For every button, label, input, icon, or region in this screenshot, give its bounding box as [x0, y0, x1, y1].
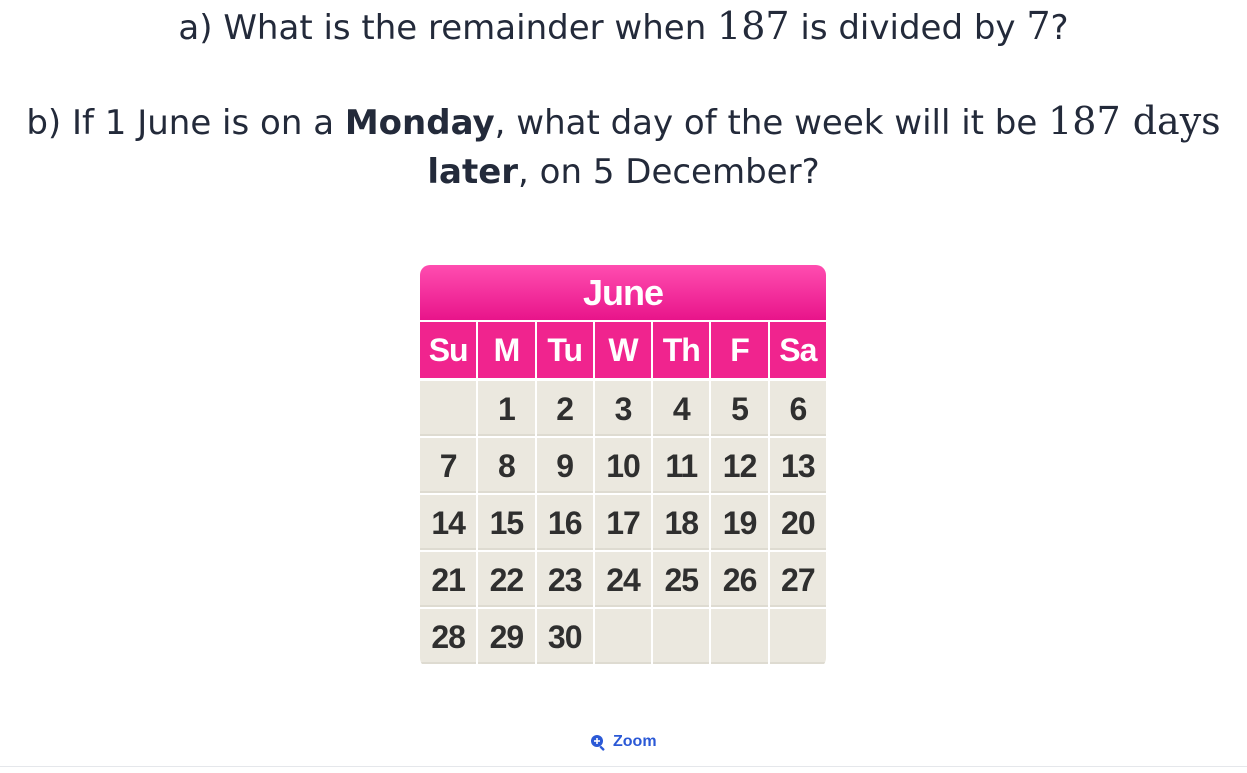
question-b-text: b) If 1 June is on a	[26, 103, 345, 143]
calendar-day-18: 18	[653, 495, 710, 550]
zoom-label: Zoom	[613, 733, 657, 750]
weekday-monday: M	[478, 322, 535, 378]
question-b-number: 187	[1048, 99, 1121, 143]
calendar-day-1: 1	[478, 381, 535, 436]
zoom-button[interactable]: Zoom	[590, 733, 657, 751]
calendar-day-21: 21	[420, 552, 477, 607]
calendar-day-27: 27	[769, 552, 826, 607]
june-calendar: June Su M Tu W Th F Sa 1 2 3 4 5 6 7 8 9 10 11 12 13…	[420, 265, 826, 668]
weekday-friday: F	[711, 322, 768, 378]
calendar-day-15: 15	[478, 495, 535, 550]
question-b-suffix: , on 5 December?	[518, 152, 820, 192]
weekday-sunday: Su	[420, 322, 477, 378]
question-a: a) What is the remainder when 187 is div…	[0, 2, 1247, 52]
calendar-month-title: June	[420, 265, 826, 320]
weekday-wednesday: W	[594, 322, 652, 378]
question-a-number: 187	[717, 4, 790, 48]
calendar-day-5: 5	[711, 381, 768, 436]
weekday-saturday: Sa	[769, 322, 826, 378]
weekday-tuesday: Tu	[536, 322, 593, 378]
calendar-day-24: 24	[594, 552, 652, 607]
question-b-day: Monday	[344, 103, 495, 143]
question-a-suffix: ?	[1050, 8, 1069, 48]
calendar-day-4: 4	[653, 381, 710, 436]
calendar-empty-cell	[769, 609, 826, 664]
question-b-later: later	[427, 152, 519, 192]
zoom-in-icon	[590, 734, 607, 751]
calendar-day-7: 7	[420, 438, 477, 493]
question-a-text: a) What is the remainder when	[178, 8, 718, 48]
weekday-thursday: Th	[653, 322, 710, 378]
calendar-day-13: 13	[769, 438, 826, 493]
calendar-day-11: 11	[653, 438, 710, 493]
calendar-day-19: 19	[711, 495, 768, 550]
calendar-day-29: 29	[478, 609, 535, 664]
calendar-day-22: 22	[478, 552, 535, 607]
calendar-empty-cell	[653, 609, 710, 664]
calendar-day-23: 23	[536, 552, 593, 607]
question-b-unit: days	[1132, 99, 1221, 143]
calendar-day-25: 25	[653, 552, 710, 607]
calendar-empty-cell	[594, 609, 652, 664]
calendar-day-16: 16	[536, 495, 593, 550]
calendar-empty-cell	[711, 609, 768, 664]
calendar-days-grid: 1 2 3 4 5 6 7 8 9 10 11 12 13 14 15 16 17 18 19 20 21 22 23 24 2…	[420, 381, 826, 664]
question-b: b) If 1 June is on a Monday, what day of…	[0, 97, 1247, 197]
question-b-text-middle: , what day of the week will it be	[494, 103, 1049, 143]
question-a-text-middle: is divided by	[789, 8, 1027, 48]
calendar-day-30: 30	[536, 609, 593, 664]
calendar-day-6: 6	[769, 381, 826, 436]
calendar-day-17: 17	[594, 495, 652, 550]
question-a-divisor: 7	[1026, 4, 1051, 48]
calendar-empty-cell	[420, 381, 477, 436]
calendar-day-12: 12	[711, 438, 768, 493]
calendar-day-9: 9	[536, 438, 593, 493]
bottom-divider	[0, 766, 1247, 767]
calendar-day-26: 26	[711, 552, 768, 607]
calendar-day-8: 8	[478, 438, 535, 493]
calendar-day-2: 2	[536, 381, 593, 436]
weekday-header-row: Su M Tu W Th F Sa	[420, 322, 826, 378]
calendar-day-20: 20	[769, 495, 826, 550]
calendar-day-14: 14	[420, 495, 477, 550]
calendar-day-28: 28	[420, 609, 477, 664]
calendar-day-3: 3	[594, 381, 652, 436]
calendar-day-10: 10	[594, 438, 652, 493]
